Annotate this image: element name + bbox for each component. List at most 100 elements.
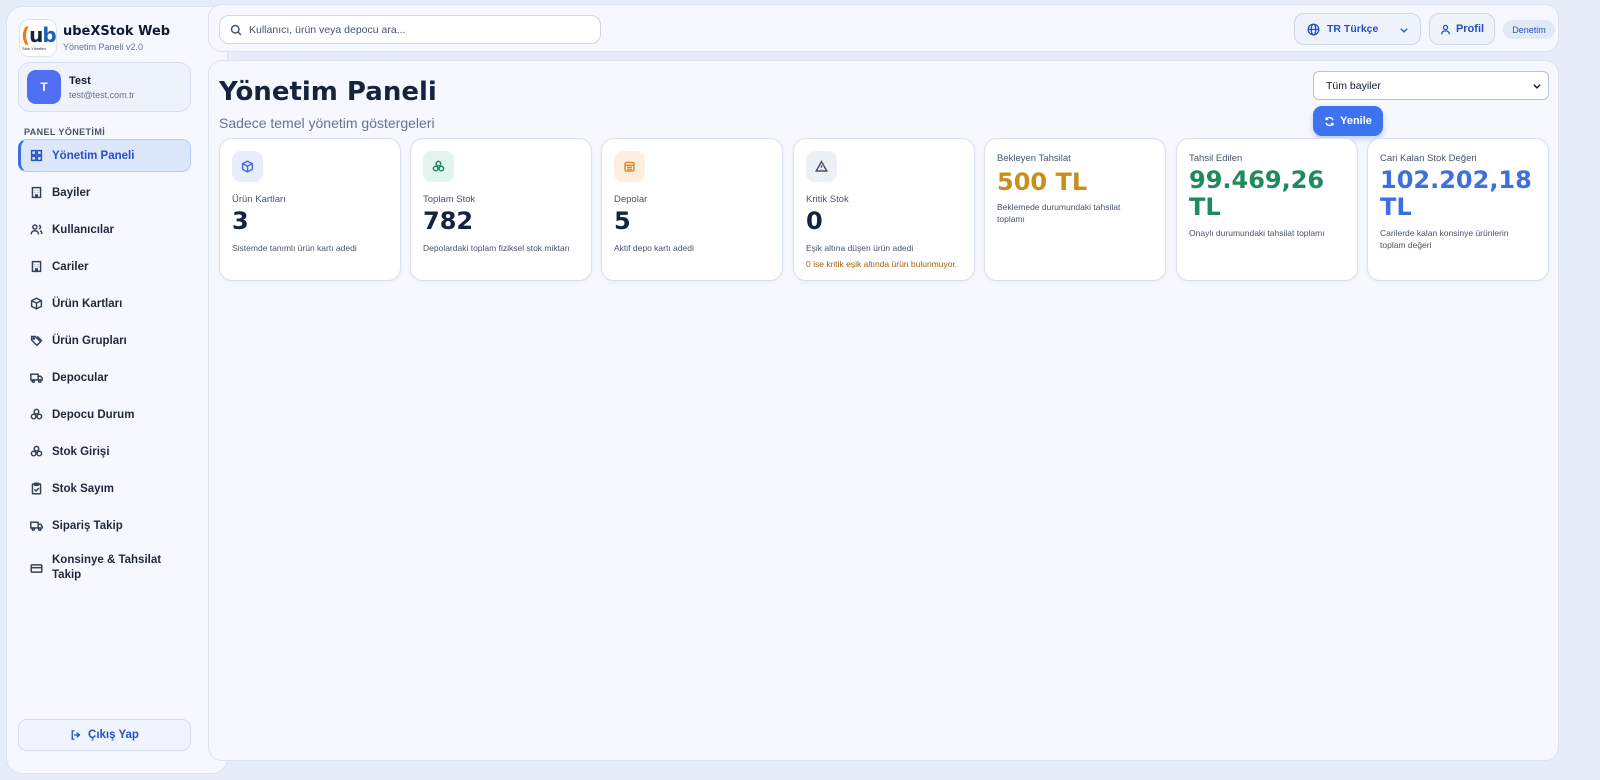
- brand-title: ubeXStok Web: [63, 24, 171, 39]
- stat-card-kritik-stok[interactable]: Kritik Stok 0 Eşik altına düşen ürün ade…: [793, 138, 975, 281]
- boxes-icon: [28, 407, 44, 423]
- stat-description: Carilerde kalan konsinye ürünlerin topla…: [1380, 228, 1509, 250]
- stat-label: Kritik Stok: [806, 194, 849, 205]
- box-icon: [28, 296, 44, 312]
- stat-value: 3: [232, 207, 249, 235]
- language-label: TR Türkçe: [1327, 23, 1379, 35]
- sidebar-item-konsinye-tahsilat[interactable]: Konsinye & Tahsilat Takip: [18, 546, 191, 590]
- sidebar-item-urun-gruplari[interactable]: Ürün Grupları: [18, 324, 191, 357]
- building-icon: [28, 259, 44, 275]
- sidebar-item-yonetim-paneli[interactable]: Yönetim Paneli: [18, 139, 191, 172]
- sidebar-item-stok-girisi[interactable]: Stok Girişi: [18, 435, 191, 468]
- brand-logo: (ube Stok Yönetim: [19, 19, 57, 57]
- brand-logo-mark: (ube: [21, 23, 56, 47]
- user-icon: [1441, 24, 1450, 34]
- user-email: test@test.com.tr: [69, 89, 135, 100]
- stat-value: 99.469,26 TL: [1189, 166, 1325, 221]
- stat-label: Cari Kalan Stok Değeri: [1380, 153, 1477, 164]
- refresh-icon: [1325, 116, 1334, 126]
- dealer-select[interactable]: Tüm bayiler: [1313, 71, 1549, 100]
- page-subtitle: Sadece temel yönetim göstergeleri: [219, 115, 435, 131]
- sidebar-item-kullanicilar[interactable]: Kullanıcılar: [18, 213, 191, 246]
- stat-card-urun-kartlari[interactable]: Ürün Kartları 3 Sistemde tanımlı ürün ka…: [219, 138, 401, 281]
- avatar: T: [27, 70, 61, 104]
- sidebar-nav: Yönetim Paneli Bayiler Kullanıcılar Cari…: [18, 139, 191, 594]
- stat-value: 500 TL: [997, 168, 1088, 196]
- topbar: TR Türkçe Profil Denetim: [208, 4, 1559, 52]
- stat-description: Depolardaki toplam fiziksel stok miktarı: [423, 243, 570, 253]
- profile-button[interactable]: Profil: [1429, 13, 1495, 45]
- clipboard-icon: [28, 481, 44, 497]
- sidebar-item-label: Konsinye & Tahsilat Takip: [52, 554, 162, 581]
- chevron-down-icon: [1533, 84, 1541, 89]
- stat-card-toplam-stok[interactable]: Toplam Stok 782 Depolardaki toplam fizik…: [410, 138, 592, 281]
- section-label: PANEL YÖNETİMİ: [24, 127, 106, 137]
- user-name: Test: [69, 74, 91, 87]
- boxes-icon: [423, 151, 454, 182]
- truck-icon: [28, 518, 44, 534]
- role-badge: Denetim: [1503, 20, 1555, 39]
- sidebar-item-cariler[interactable]: Cariler: [18, 250, 191, 283]
- card-icon: [28, 560, 44, 576]
- building-icon: [28, 185, 44, 201]
- profile-label: Profil: [1455, 23, 1485, 35]
- search-box[interactable]: [219, 15, 601, 44]
- stat-value: 102.202,18 TL: [1380, 166, 1532, 221]
- sidebar-item-depocu-durum[interactable]: Depocu Durum: [18, 398, 191, 431]
- grid-icon: [28, 148, 44, 164]
- tags-icon: [28, 333, 44, 349]
- logout-button[interactable]: Çıkış Yap: [18, 719, 191, 751]
- stat-card-tahsil-edilen[interactable]: Tahsil Edilen 99.469,26 TL Onaylı durumu…: [1176, 138, 1358, 281]
- sidebar-item-label: Ürün Kartları: [52, 297, 123, 310]
- truck-icon: [28, 370, 44, 386]
- logout-icon: [71, 730, 81, 740]
- language-select[interactable]: TR Türkçe: [1294, 13, 1421, 45]
- globe-icon: [1307, 23, 1320, 35]
- stat-note: 0 ise kritik eşik altında ürün bulunmuyo…: [806, 259, 958, 269]
- stat-card-depolar[interactable]: Depolar 5 Aktif depo kartı adedi: [601, 138, 783, 281]
- sidebar-item-stok-sayim[interactable]: Stok Sayım: [18, 472, 191, 505]
- sidebar-item-depocular[interactable]: Depocular: [18, 361, 191, 394]
- stat-description: Beklemede durumundaki tahsilat toplamı: [997, 202, 1121, 224]
- sidebar-item-label: Ürün Grupları: [52, 334, 127, 347]
- stat-label: Bekleyen Tahsilat: [997, 153, 1071, 164]
- sidebar-item-bayiler[interactable]: Bayiler: [18, 176, 191, 209]
- sidebar: (ube Stok Yönetim ubeXStok Web Yönetim P…: [6, 6, 228, 774]
- refresh-label: Yenile: [1340, 115, 1372, 127]
- main-panel: Yönetim Paneli Sadece temel yönetim göst…: [208, 60, 1559, 761]
- sidebar-item-siparis-takip[interactable]: Sipariş Takip: [18, 509, 191, 542]
- refresh-button[interactable]: Yenile: [1313, 106, 1383, 136]
- sidebar-item-label: Depocular: [52, 371, 109, 384]
- users-icon: [28, 222, 44, 238]
- brand-logo-sub: Stok Yönetim: [22, 46, 46, 51]
- sidebar-item-label: Stok Sayım: [52, 482, 114, 495]
- logout-label: Çıkış Yap: [88, 729, 139, 741]
- stat-description: Eşik altına düşen ürün adedi: [806, 243, 914, 253]
- search-icon: [230, 24, 242, 35]
- warehouse-icon: [614, 151, 645, 182]
- user-card[interactable]: T Test test@test.com.tr: [18, 62, 191, 112]
- stat-label: Depolar: [614, 194, 648, 205]
- sidebar-item-label: Bayiler: [52, 186, 91, 199]
- stat-value: 5: [614, 207, 631, 235]
- sidebar-item-label: Yönetim Paneli: [52, 149, 135, 162]
- brand[interactable]: (ube Stok Yönetim ubeXStok Web Yönetim P…: [19, 19, 170, 57]
- stat-card-cari-kalan-stok[interactable]: Cari Kalan Stok Değeri 102.202,18 TL Car…: [1367, 138, 1549, 281]
- boxes-icon: [28, 444, 44, 460]
- stat-description: Onaylı durumundaki tahsilat toplamı: [1189, 228, 1325, 238]
- stat-label: Ürün Kartları: [232, 194, 286, 205]
- brand-subtitle: Yönetim Paneli v2.0: [63, 42, 144, 52]
- sidebar-item-label: Cariler: [52, 260, 89, 273]
- stat-label: Tahsil Edilen: [1189, 153, 1243, 164]
- sidebar-item-label: Depocu Durum: [52, 408, 135, 421]
- sidebar-item-label: Stok Girişi: [52, 445, 110, 458]
- search-input[interactable]: [249, 23, 589, 36]
- stat-label: Toplam Stok: [423, 194, 476, 205]
- chevron-down-icon: [1400, 28, 1408, 33]
- stat-description: Sistemde tanımlı ürün kartı adedi: [232, 243, 357, 253]
- alert-icon: [806, 151, 837, 182]
- stat-card-bekleyen-tahsilat[interactable]: Bekleyen Tahsilat 500 TL Beklemede durum…: [984, 138, 1166, 281]
- stat-value: 782: [423, 207, 474, 235]
- sidebar-item-label: Kullanıcılar: [52, 223, 114, 236]
- sidebar-item-urun-kartlari[interactable]: Ürün Kartları: [18, 287, 191, 320]
